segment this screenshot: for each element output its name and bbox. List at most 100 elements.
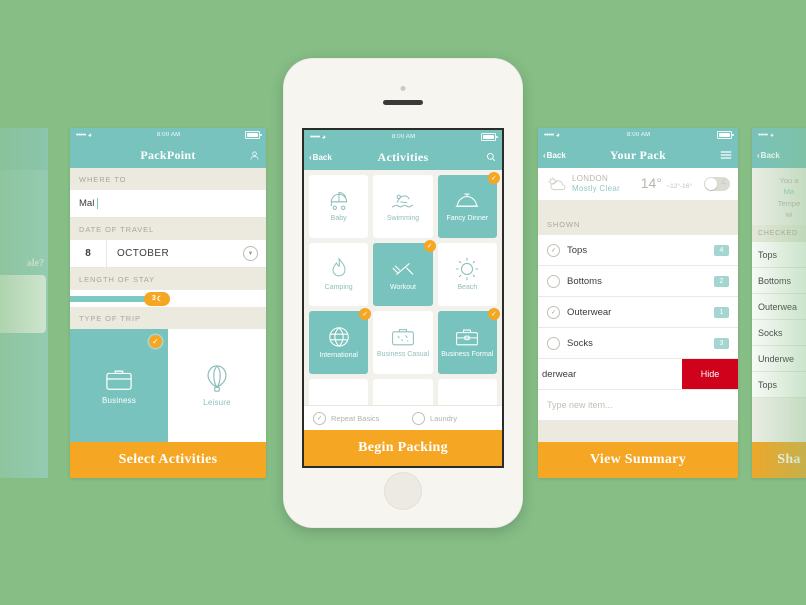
account-icon[interactable]	[249, 142, 260, 168]
battery-icon	[245, 131, 262, 139]
back-button[interactable]: ‹ Back	[543, 142, 566, 168]
summary-line: You a	[779, 176, 799, 185]
temp-current: 14°	[640, 175, 662, 191]
activity-tile-camping[interactable]: Camping	[309, 242, 369, 306]
temperature-unit-toggle[interactable]: C	[704, 177, 730, 191]
pack-list-item-swiped[interactable]: derwear Hide	[538, 359, 738, 390]
signal-dots-icon: •••••	[76, 131, 86, 139]
activity-label: Business Casual	[376, 350, 430, 358]
summary-line: wi	[785, 209, 793, 219]
activity-tile-business-casual[interactable]: Business Casual	[373, 310, 433, 374]
activity-options: ✓ Repeat Basics Laundry	[304, 405, 502, 430]
empty-circle-icon[interactable]	[547, 274, 560, 288]
activity-tile-international[interactable]: ✓ International	[309, 307, 372, 374]
wifi-icon: ◕	[769, 131, 775, 139]
status-bar: ••••• ◕ 8:00 AM	[538, 128, 738, 142]
partly-cloudy-icon	[546, 176, 566, 192]
check-circle-icon[interactable]: ✓	[547, 305, 560, 319]
page-title: Activities	[377, 149, 429, 164]
battery-icon	[481, 133, 498, 141]
wifi-icon: ◕	[87, 131, 93, 139]
status-bar: ••••• ◕ 8:00 AM	[70, 128, 266, 142]
screen-packpoint: ••••• ◕ 8:00 AM PackPoint WHERE TO Mal D…	[70, 128, 266, 478]
trip-type-row: ✓ Business Leisure	[70, 329, 266, 442]
back-button[interactable]: ‹ Back	[309, 144, 332, 170]
check-badge-icon: ✓	[487, 172, 500, 184]
activity-label: Fancy Dinner	[446, 214, 489, 222]
share-button[interactable]: Sha	[752, 442, 806, 478]
option-label: Laundry	[430, 413, 458, 423]
empty-circle-icon[interactable]	[547, 336, 560, 350]
activity-tile-partial[interactable]	[373, 378, 433, 405]
check-badge-icon: ✓	[423, 239, 436, 252]
chevron-left-icon: ‹	[309, 152, 312, 162]
navbar-packpoint: PackPoint	[70, 142, 266, 168]
list-spacer	[538, 421, 738, 442]
hide-button[interactable]: Hide	[682, 359, 738, 389]
summary-item: Tops	[752, 372, 806, 398]
page-title: PackPoint	[140, 147, 196, 162]
activity-tile-partial[interactable]	[437, 378, 497, 405]
back-label: Back	[312, 152, 332, 162]
chevron-down-icon[interactable]: ▼	[243, 246, 258, 261]
destination-input[interactable]: Mal	[70, 190, 266, 218]
activity-tile-partial[interactable]	[309, 378, 369, 405]
empty-circle-icon	[412, 411, 425, 425]
summary-line: Tempe	[777, 198, 801, 208]
new-item-input[interactable]: Type new item...	[538, 390, 738, 421]
signal-dots-icon: •••••	[310, 133, 320, 141]
summary-item: Tops	[752, 242, 806, 268]
option-label: Repeat Basics	[331, 413, 380, 423]
item-name: Bottoms	[567, 275, 602, 287]
option-repeat-basics[interactable]: ✓ Repeat Basics	[304, 411, 403, 425]
activity-tile-beach[interactable]: Beach	[437, 242, 497, 306]
search-icon[interactable]	[486, 144, 496, 170]
pack-list-item-bottoms[interactable]: Bottoms 2	[538, 266, 738, 297]
option-laundry[interactable]: Laundry	[403, 411, 502, 425]
pack-list-item-tops[interactable]: ✓ Tops 4	[538, 235, 738, 266]
date-row[interactable]: 8 OCTOBER ▼	[70, 240, 266, 268]
slider-thumb[interactable]: 3 ☾	[144, 291, 171, 306]
hamburger-menu-icon[interactable]	[720, 142, 732, 168]
back-label: Back	[760, 150, 780, 160]
moon-icon: ☾	[156, 295, 164, 303]
label-checked: CHECKED	[752, 225, 806, 242]
activity-tile-swimming[interactable]: Swimming	[373, 175, 433, 238]
check-badge-icon: ✓	[487, 307, 500, 320]
navbar-activities: ‹ Back Activities	[304, 144, 502, 170]
activity-label: Baby	[330, 214, 347, 222]
page-title: Your Pack	[609, 147, 667, 162]
view-summary-button[interactable]: View Summary	[538, 442, 738, 478]
activity-label: Camping	[324, 283, 353, 291]
item-name: Tops	[567, 244, 588, 256]
activity-tile-workout[interactable]: ✓ Workout	[373, 239, 436, 306]
status-time: 8:00 AM	[156, 132, 181, 138]
status-time: 8:00 AM	[391, 134, 416, 140]
date-day: 8	[70, 240, 107, 267]
slider-value: 3	[151, 295, 156, 302]
screen-activities: ••••• ◕ 8:00 AM ‹ Back Activities Baby S…	[302, 128, 504, 468]
activity-tile-baby[interactable]: Baby	[309, 175, 369, 238]
navbar-your-pack: ‹ Back Your Pack	[538, 142, 738, 168]
signal-dots-icon: •••••	[544, 131, 554, 139]
activity-tile-business-formal[interactable]: ✓ Business Formal	[437, 307, 500, 374]
home-button[interactable]	[384, 472, 422, 510]
item-count-badge: 2	[714, 275, 729, 287]
item-count-badge: 4	[714, 244, 729, 256]
back-label: Back	[546, 150, 566, 160]
begin-packing-button[interactable]: Begin Packing	[304, 430, 502, 466]
pack-list-item-outerwear[interactable]: ✓ Outerwear 1	[538, 297, 738, 328]
activity-tile-fancy-dinner[interactable]: ✓ Fancy Dinner	[437, 172, 500, 238]
trip-type-leisure[interactable]: Leisure	[168, 329, 266, 442]
trip-type-business[interactable]: ✓ Business	[70, 329, 168, 442]
check-badge-icon: ✓	[359, 307, 372, 320]
length-of-stay-slider[interactable]: 3 ☾	[70, 290, 266, 307]
pack-list-item-socks[interactable]: Socks 3	[538, 328, 738, 359]
back-button[interactable]: ‹ Back	[757, 142, 780, 168]
select-activities-button[interactable]: Select Activities	[70, 442, 266, 478]
weather-condition: Mostly Clear	[572, 184, 621, 193]
wifi-icon: ◕	[321, 133, 327, 141]
activity-label: Business Formal	[441, 350, 494, 358]
check-circle-icon[interactable]: ✓	[547, 243, 560, 257]
item-count-badge: 3	[714, 337, 729, 349]
